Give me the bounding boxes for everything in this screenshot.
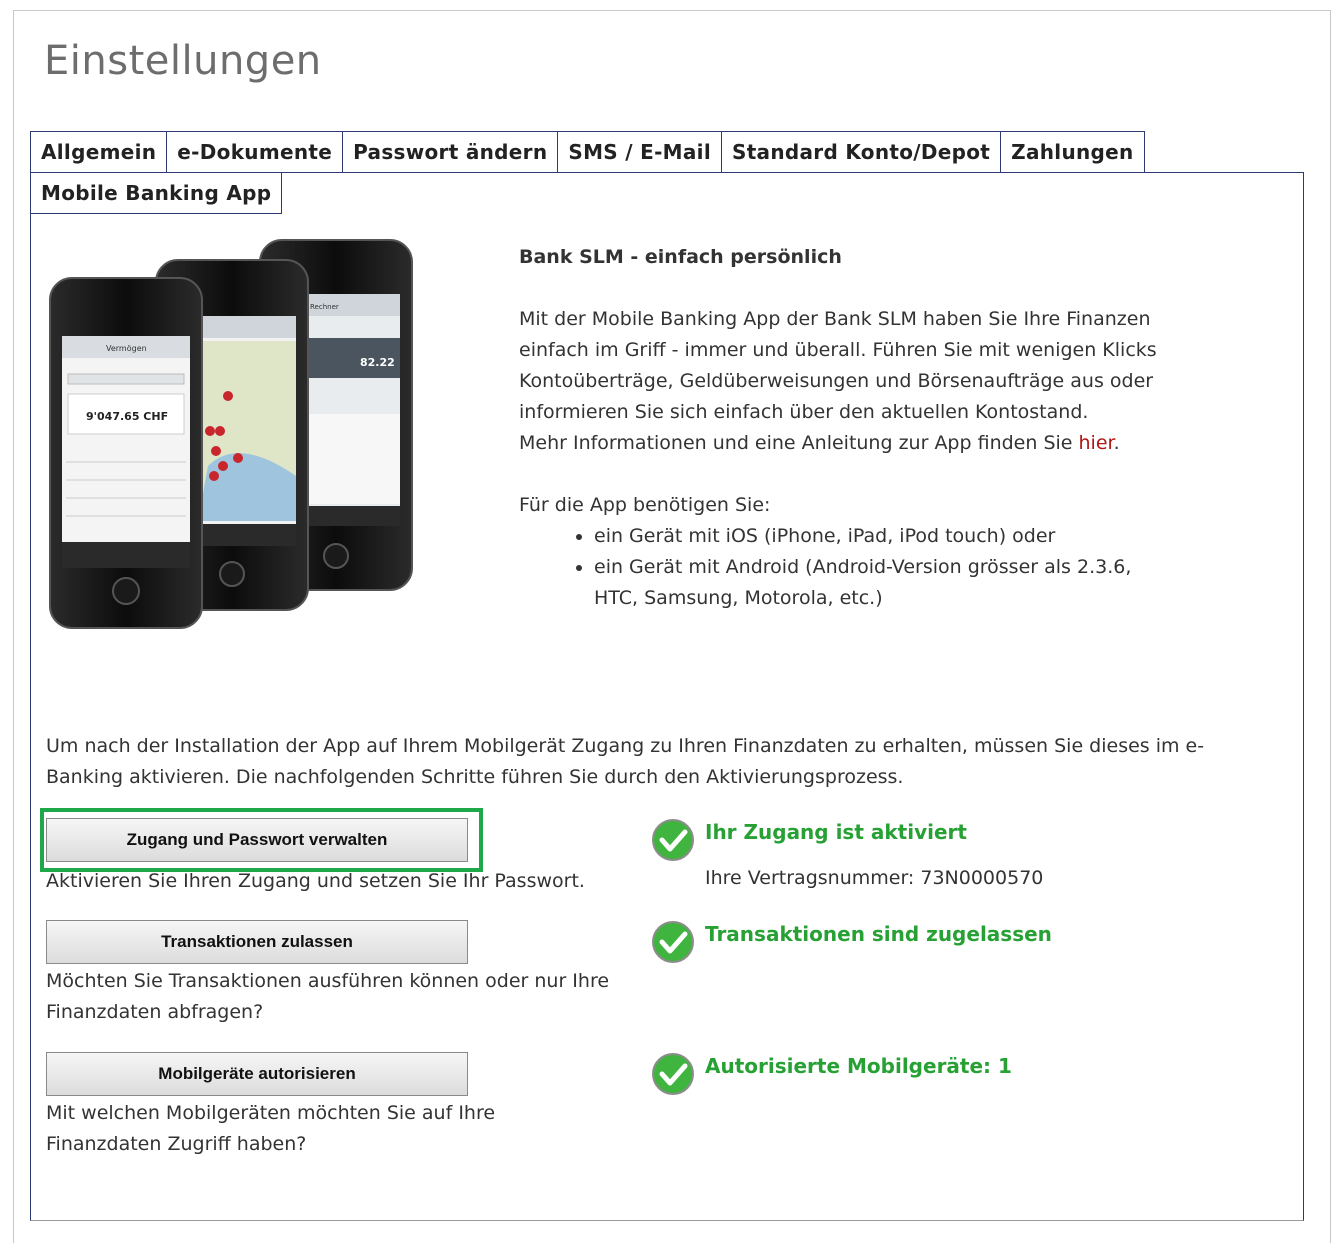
info-heading: Bank SLM - einfach persönlich xyxy=(519,246,842,268)
info-more: Mehr Informationen und eine Anleitung zu… xyxy=(519,428,1179,459)
tab-bar: Allgemein e-Dokumente Passwort ändern SM… xyxy=(30,131,1145,173)
manage-access-button[interactable]: Zugang und Passwort verwalten xyxy=(46,818,468,862)
svg-text:Vermögen: Vermögen xyxy=(106,344,147,353)
contract-number: Ihre Vertragsnummer: 73N0000570 xyxy=(705,867,1044,889)
tab-e-dokumente[interactable]: e-Dokumente xyxy=(166,131,344,173)
check-icon xyxy=(652,819,694,861)
access-status: Ihr Zugang ist aktiviert xyxy=(705,820,967,844)
requirements-heading: Für die App benötigen Sie: xyxy=(519,494,771,516)
svg-text:9'047.65 CHF: 9'047.65 CHF xyxy=(86,410,168,423)
step2-description: Möchten Sie Transaktionen ausführen könn… xyxy=(46,970,610,1023)
authorize-devices-button[interactable]: Mobilgeräte autorisieren xyxy=(46,1052,468,1096)
allow-transactions-button[interactable]: Transaktionen zulassen xyxy=(46,920,468,964)
app-info: Bank SLM - einfach persönlich Mit der Mo… xyxy=(519,242,1179,614)
requirements-list: ein Gerät mit iOS (iPhone, iPad, iPod to… xyxy=(519,521,1179,614)
check-icon xyxy=(652,921,694,963)
tab-standard-konto-depot[interactable]: Standard Konto/Depot xyxy=(720,131,1002,173)
info-paragraph: Mit der Mobile Banking App der Bank SLM … xyxy=(519,308,1157,423)
requirement-item: ein Gerät mit Android (Android-Version g… xyxy=(594,552,1179,614)
tab-allgemein[interactable]: Allgemein xyxy=(30,131,168,173)
requirement-item: ein Gerät mit iOS (iPhone, iPad, iPod to… xyxy=(594,521,1179,552)
tab-sms-email[interactable]: SMS / E-Mail xyxy=(557,131,722,173)
svg-text:Rechner: Rechner xyxy=(310,303,339,311)
info-link[interactable]: hier xyxy=(1079,432,1114,454)
devices-status: Autorisierte Mobilgeräte: 1 xyxy=(705,1054,1012,1078)
more-info-text: Mehr Informationen und eine Anleitung zu… xyxy=(519,432,1073,454)
check-icon xyxy=(652,1053,694,1095)
step1-description: Aktivieren Sie Ihren Zugang und setzen S… xyxy=(46,870,585,892)
step3-description: Mit welchen Mobilgeräten möchten Sie auf… xyxy=(46,1102,496,1155)
mobile-app-phones-image: Rechner 82.22 Vermögen 9'047.65 CHF xyxy=(49,239,413,629)
tab-mobile-banking-app[interactable]: Mobile Banking App xyxy=(30,172,283,214)
tab-zahlungen[interactable]: Zahlungen xyxy=(1000,131,1145,173)
activation-intro: Um nach der Installation der App auf Ihr… xyxy=(46,735,1205,788)
tab-passwort-aendern[interactable]: Passwort ändern xyxy=(342,131,559,173)
link-suffix: . xyxy=(1113,432,1120,454)
transactions-status: Transaktionen sind zugelassen xyxy=(705,922,1052,946)
page-title: Einstellungen xyxy=(44,38,322,84)
svg-text:82.22: 82.22 xyxy=(360,356,395,369)
